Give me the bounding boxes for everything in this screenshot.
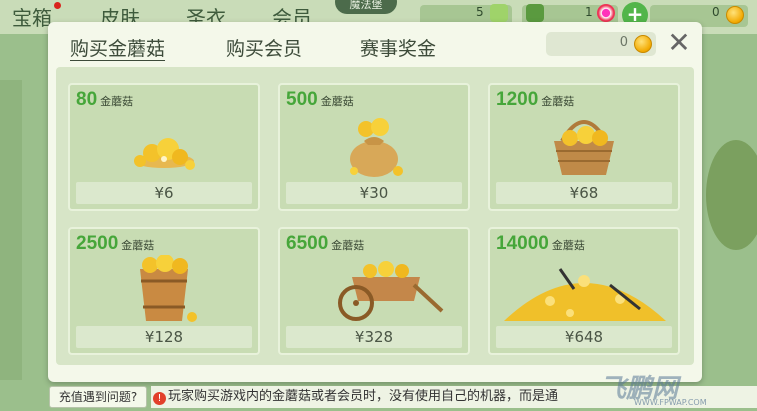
mushroom-basket-icon <box>554 120 614 175</box>
mushroom-bucket-icon <box>140 255 197 322</box>
candy-icon <box>597 4 615 22</box>
resource-3-value: 0 <box>712 5 720 19</box>
package-card-80[interactable]: 80 金蘑菇 ¥6 <box>68 83 260 211</box>
package-amount: 1200 金蘑菇 <box>496 89 575 110</box>
resource-2-value: 1 <box>585 5 593 19</box>
package-card-1200[interactable]: 1200 金蘑菇 ¥68 <box>488 83 680 211</box>
gold-balance: 0 <box>546 32 656 56</box>
notice-text: 玩家购买游戏内的金蘑菇或者会员时，没有使用自己的机器，而是通 <box>168 389 559 404</box>
gold-mushroom-icon <box>634 35 652 53</box>
package-card-6500[interactable]: 6500 金蘑菇 ¥328 <box>278 227 470 355</box>
price-label: ¥68 <box>496 182 672 204</box>
package-amount: 14000 金蘑菇 <box>496 233 585 254</box>
warning-icon: ! <box>153 392 166 405</box>
tab-chest[interactable]: 宝箱 <box>12 2 52 31</box>
tab-buy-membership[interactable]: 购买会员 <box>226 34 302 61</box>
package-amount: 6500 金蘑菇 <box>286 233 365 254</box>
notification-dot <box>54 2 61 9</box>
tab-event-prize[interactable]: 赛事奖金 <box>360 34 436 61</box>
price-label: ¥648 <box>496 326 672 348</box>
mushroom-mountain-icon <box>504 268 666 321</box>
background-decoration <box>0 80 22 380</box>
mushroom-cart-icon <box>338 261 444 321</box>
background-character <box>706 140 757 250</box>
recharge-help-button[interactable]: 充值遇到问题? <box>49 386 147 408</box>
resource-1-value: 5 <box>476 5 484 19</box>
package-card-500[interactable]: 500 金蘑菇 ¥30 <box>278 83 470 211</box>
package-amount: 500 金蘑菇 <box>286 89 354 110</box>
mushroom-bag-icon <box>350 118 403 177</box>
price-label: ¥328 <box>286 326 462 348</box>
package-grid: 80 金蘑菇 ¥6 500 金蘑菇 ¥30 1200 金蘑菇 ¥68 2500 … <box>56 67 694 365</box>
close-icon[interactable]: ✕ <box>666 29 692 57</box>
purchase-dialog: 购买金蘑菇 购买会员 赛事奖金 0 ✕ 80 金蘑菇 ¥6 500 金蘑菇 ¥3… <box>48 22 702 382</box>
castle-badge: 魔法堡 <box>335 0 397 14</box>
package-card-2500[interactable]: 2500 金蘑菇 ¥128 <box>68 227 260 355</box>
package-amount: 2500 金蘑菇 <box>76 233 155 254</box>
gold-balance-value: 0 <box>619 35 628 50</box>
package-amount: 80 金蘑菇 <box>76 89 134 110</box>
question-card-icon <box>526 4 544 22</box>
tab-buy-gold-mushroom[interactable]: 购买金蘑菇 <box>70 34 165 61</box>
mushroom-pile-icon <box>134 138 195 170</box>
gem-icon <box>490 4 508 22</box>
price-label: ¥6 <box>76 182 252 204</box>
package-card-14000[interactable]: 14000 金蘑菇 ¥648 <box>488 227 680 355</box>
gold-mushroom-icon <box>726 6 744 24</box>
price-label: ¥30 <box>286 182 462 204</box>
price-label: ¥128 <box>76 326 252 348</box>
watermark-url: WWW.FPWAP.COM <box>634 398 707 407</box>
